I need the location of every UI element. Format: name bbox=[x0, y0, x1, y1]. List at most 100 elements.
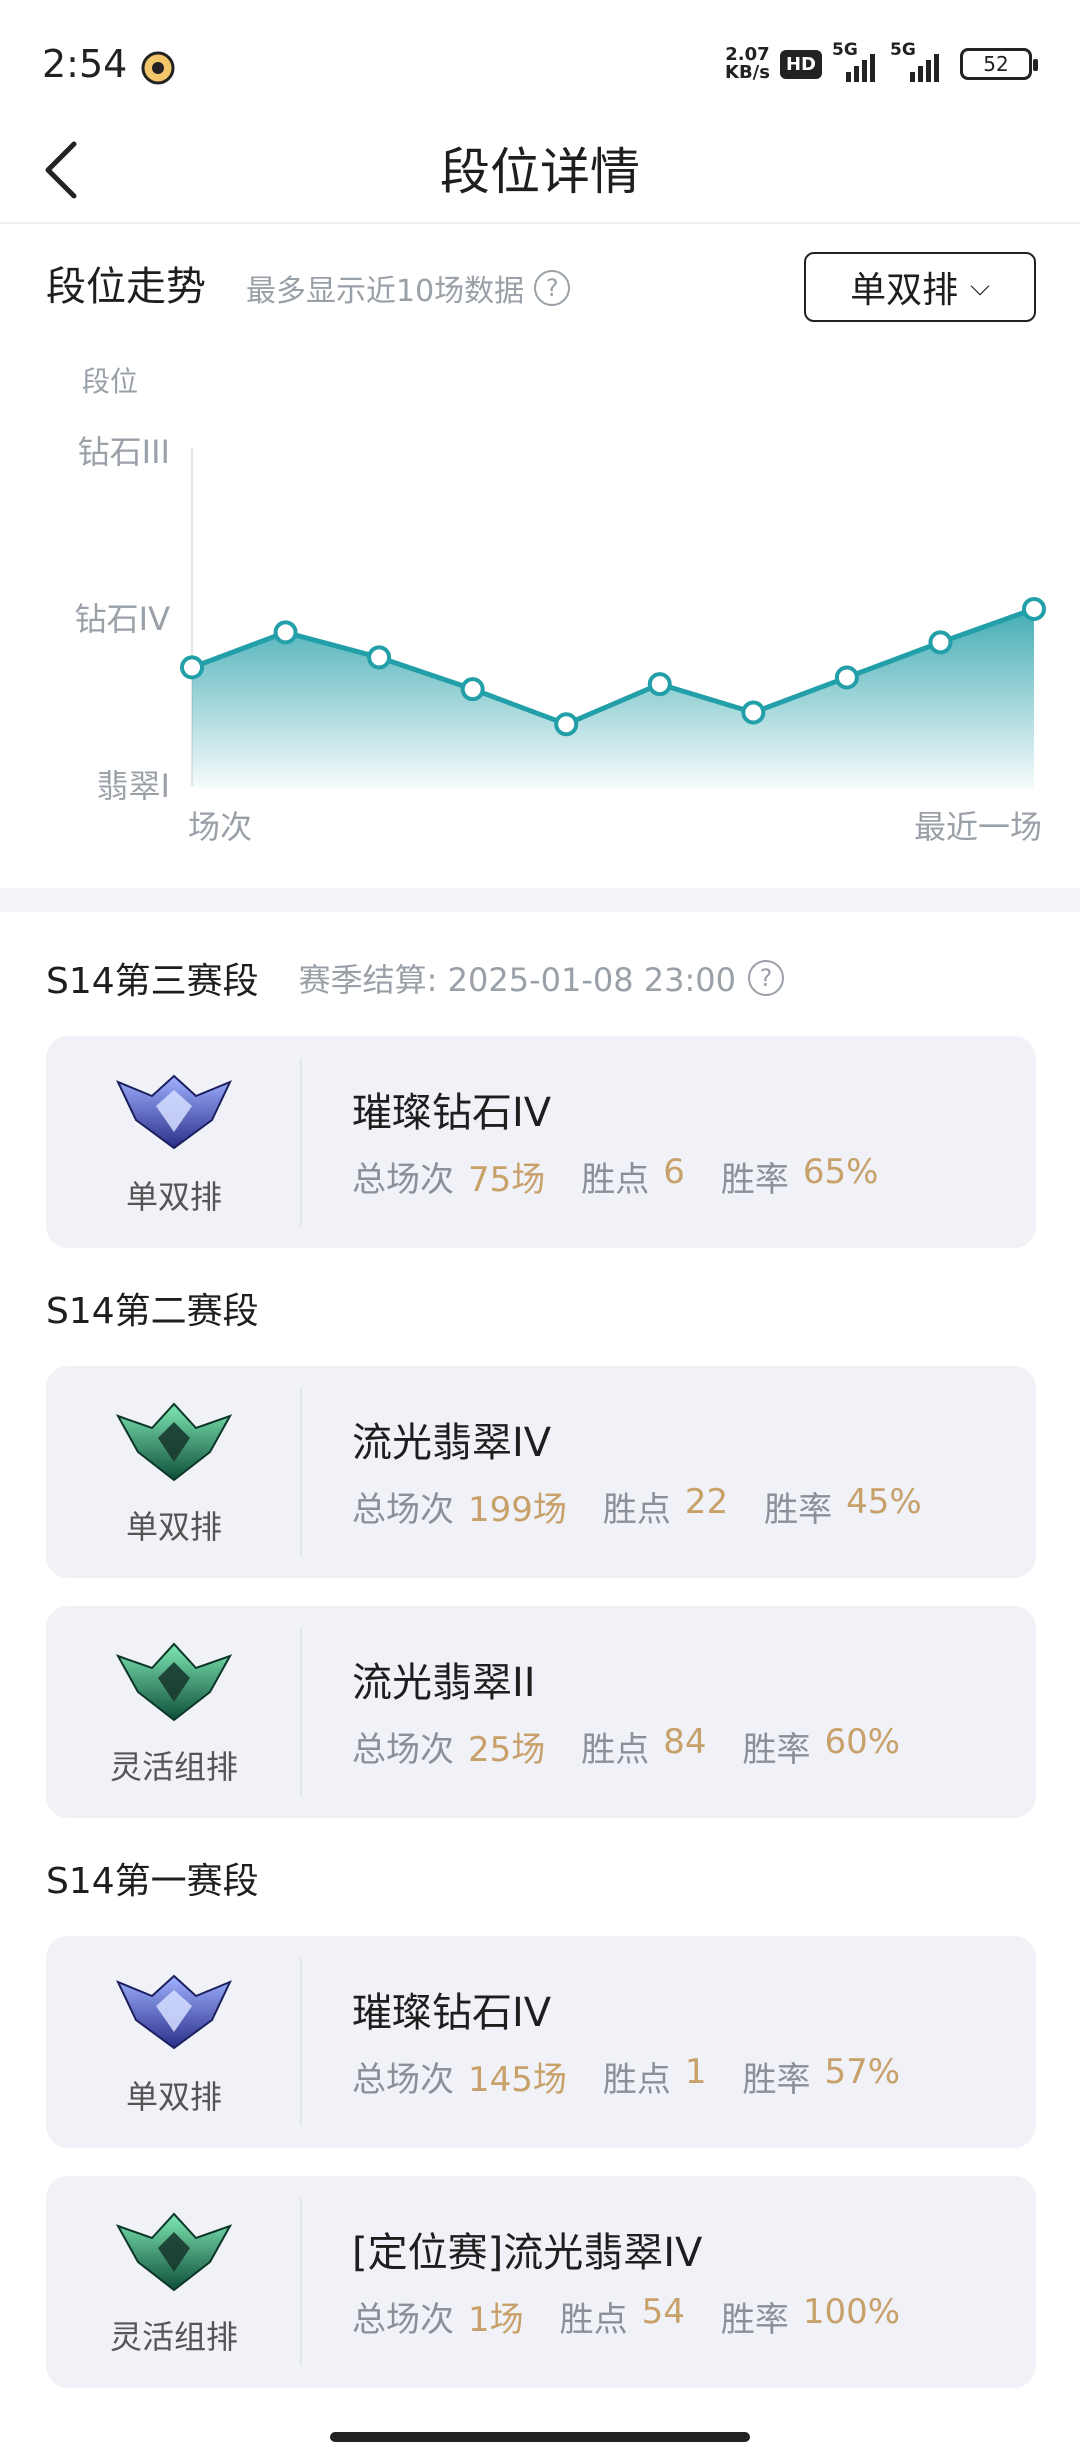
trend-point[interactable] bbox=[367, 645, 392, 670]
stat-points-label: 胜点 bbox=[602, 2060, 671, 2100]
y-tick-label: 钻石III bbox=[78, 433, 170, 471]
rank-emblem-box: 单双排 bbox=[46, 1936, 302, 2148]
trend-point[interactable] bbox=[460, 677, 485, 702]
stat-winrate-label: 胜率 bbox=[742, 1730, 811, 1770]
season-header: S14第三赛段 赛季结算: 2025-01-08 23:00? bbox=[46, 952, 784, 1004]
card-divider bbox=[300, 1388, 302, 1556]
trend-point[interactable] bbox=[834, 665, 859, 690]
signal-label: 5G bbox=[832, 40, 858, 60]
stat-games-label: 总场次 bbox=[352, 1160, 454, 1200]
section-divider bbox=[0, 888, 1080, 912]
queue-type: 单双排 bbox=[125, 1508, 222, 1546]
rank-trend-section: 段位走势 最多显示近10场数据 ? 单双排 ⌵ 段位 钻石III 钻石IV 翡翠I 场… bbox=[0, 226, 1080, 886]
queue-type: 灵活组排 bbox=[109, 1748, 238, 1786]
x-end-label: 最近一场 bbox=[914, 808, 1042, 846]
stat-games-value: 1场 bbox=[468, 2300, 524, 2340]
stat-winrate-label: 胜率 bbox=[742, 2060, 811, 2100]
rank-stats: 总场次 25场 胜点 84 胜率 60% bbox=[352, 1722, 936, 1771]
queue-type: 灵活组排 bbox=[109, 2318, 238, 2356]
trend-point[interactable] bbox=[180, 655, 204, 680]
trend-point[interactable] bbox=[554, 712, 579, 737]
battery-icon: 52 bbox=[960, 48, 1038, 80]
stat-points-value: 22 bbox=[684, 1482, 729, 1522]
trend-area bbox=[192, 608, 1034, 788]
stat-games-label: 总场次 bbox=[352, 2060, 454, 2100]
season-header: S14第一赛段 bbox=[46, 1852, 259, 1904]
stat-points-value: 6 bbox=[663, 1152, 685, 1192]
stat-winrate-value: 65% bbox=[802, 1152, 879, 1192]
stat-points-value: 84 bbox=[663, 1722, 707, 1762]
app-notification-icon bbox=[141, 51, 175, 85]
season-title: S14第一赛段 bbox=[46, 1861, 259, 1902]
hd-voice-icon: HD bbox=[779, 49, 822, 79]
season-settlement: 赛季结算: 2025-01-08 23:00? bbox=[299, 955, 784, 1001]
rank-card[interactable]: 单双排 璀璨钻石IV 总场次 145场 胜点 1 胜率 57% bbox=[46, 1936, 1036, 2148]
rank-stats: 总场次 199场 胜点 22 胜率 45% bbox=[352, 1482, 958, 1531]
card-divider bbox=[300, 2198, 302, 2366]
rank-trend-chart: 钻石III 钻石IV 翡翠I 场次 最近一场 bbox=[75, 433, 1046, 846]
stat-games-value: 199场 bbox=[468, 1490, 567, 1530]
stat-games-value: 145场 bbox=[468, 2060, 567, 2100]
stat-winrate-value: 60% bbox=[824, 1722, 901, 1762]
stat-points-label: 胜点 bbox=[602, 1490, 671, 1530]
rank-card[interactable]: 灵活组排 [定位赛]流光翡翠IV 总场次 1场 胜点 54 胜率 100% bbox=[46, 2176, 1036, 2388]
queue-type: 单双排 bbox=[125, 1178, 222, 1216]
rank-tier: 璀璨钻石IV bbox=[352, 1990, 552, 2036]
y-tick-label: 翡翠I bbox=[97, 767, 170, 805]
page-title: 段位详情 bbox=[440, 143, 640, 201]
season-header: S14第二赛段 bbox=[46, 1282, 259, 1334]
rank-tier: 流光翡翠IV bbox=[352, 1420, 552, 1466]
rank-stats: 总场次 1场 胜点 54 胜率 100% bbox=[352, 2292, 936, 2341]
stat-points-value: 54 bbox=[641, 2292, 685, 2332]
stat-winrate-label: 胜率 bbox=[720, 1160, 789, 1200]
rank-card[interactable]: 灵活组排 流光翡翠II 总场次 25场 胜点 84 胜率 60% bbox=[46, 1606, 1036, 1818]
help-icon[interactable]: ? bbox=[748, 960, 784, 996]
stat-games-label: 总场次 bbox=[352, 2300, 454, 2340]
rank-card[interactable]: 单双排 璀璨钻石IV 总场次 75场 胜点 6 胜率 65% bbox=[46, 1036, 1036, 1248]
signal-5g-icon: 5G bbox=[832, 40, 880, 82]
stat-points-label: 胜点 bbox=[581, 1160, 650, 1200]
rank-tier: 流光翡翠II bbox=[352, 1660, 536, 1706]
stat-games-value: 75场 bbox=[468, 1160, 546, 1200]
stat-winrate-value: 57% bbox=[824, 2052, 901, 2092]
x-start-label: 场次 bbox=[188, 808, 252, 846]
diamond-emblem-icon bbox=[115, 1972, 233, 2052]
stat-points-value: 1 bbox=[684, 2052, 707, 2092]
stat-winrate-label: 胜率 bbox=[764, 1490, 833, 1530]
emerald-emblem-icon bbox=[115, 1642, 233, 1722]
trend-point[interactable] bbox=[1022, 596, 1046, 621]
stat-points-label: 胜点 bbox=[559, 2300, 628, 2340]
trend-point[interactable] bbox=[741, 700, 766, 725]
top-nav: 段位详情 bbox=[0, 120, 1080, 224]
stat-games-label: 总场次 bbox=[352, 1490, 454, 1530]
status-time: 2:54 bbox=[42, 42, 128, 86]
stat-winrate-value: 45% bbox=[846, 1482, 922, 1522]
card-divider bbox=[300, 1958, 302, 2126]
season-settlement-text: 赛季结算: 2025-01-08 23:00 bbox=[298, 961, 736, 999]
trend-point[interactable] bbox=[273, 620, 298, 645]
y-tick-label: 钻石IV bbox=[75, 600, 170, 638]
net-speed: 2.07 KB/s bbox=[725, 46, 770, 82]
rank-emblem-box: 单双排 bbox=[46, 1036, 302, 1248]
stat-winrate-value: 100% bbox=[802, 2292, 901, 2332]
stat-winrate-label: 胜率 bbox=[720, 2300, 789, 2340]
signal-label-2: 5G bbox=[890, 40, 916, 60]
stat-points-label: 胜点 bbox=[581, 1730, 650, 1770]
rank-card[interactable]: 单双排 流光翡翠IV 总场次 199场 胜点 22 胜率 45% bbox=[46, 1366, 1036, 1578]
card-divider bbox=[300, 1058, 302, 1226]
card-divider bbox=[300, 1628, 302, 1796]
rank-tier: [定位赛]流光翡翠IV bbox=[352, 2230, 703, 2276]
stat-games-value: 25场 bbox=[468, 1730, 546, 1770]
stat-games-label: 总场次 bbox=[352, 1730, 454, 1770]
rank-tier: 璀璨钻石IV bbox=[352, 1090, 552, 1136]
season-title: S14第三赛段 bbox=[46, 961, 259, 1002]
home-indicator[interactable] bbox=[330, 2432, 750, 2442]
rank-emblem-box: 灵活组排 bbox=[46, 2176, 302, 2388]
rank-emblem-box: 单双排 bbox=[46, 1366, 302, 1578]
signal-5g-icon-2: 5G bbox=[890, 40, 950, 82]
diamond-emblem-icon bbox=[115, 1072, 233, 1152]
status-bar: 2:54 2.07 KB/s HD 5G 5G 52 bbox=[0, 0, 1080, 130]
trend-point[interactable] bbox=[928, 630, 953, 655]
trend-point[interactable] bbox=[647, 672, 672, 697]
net-speed-unit: KB/s bbox=[725, 62, 770, 83]
